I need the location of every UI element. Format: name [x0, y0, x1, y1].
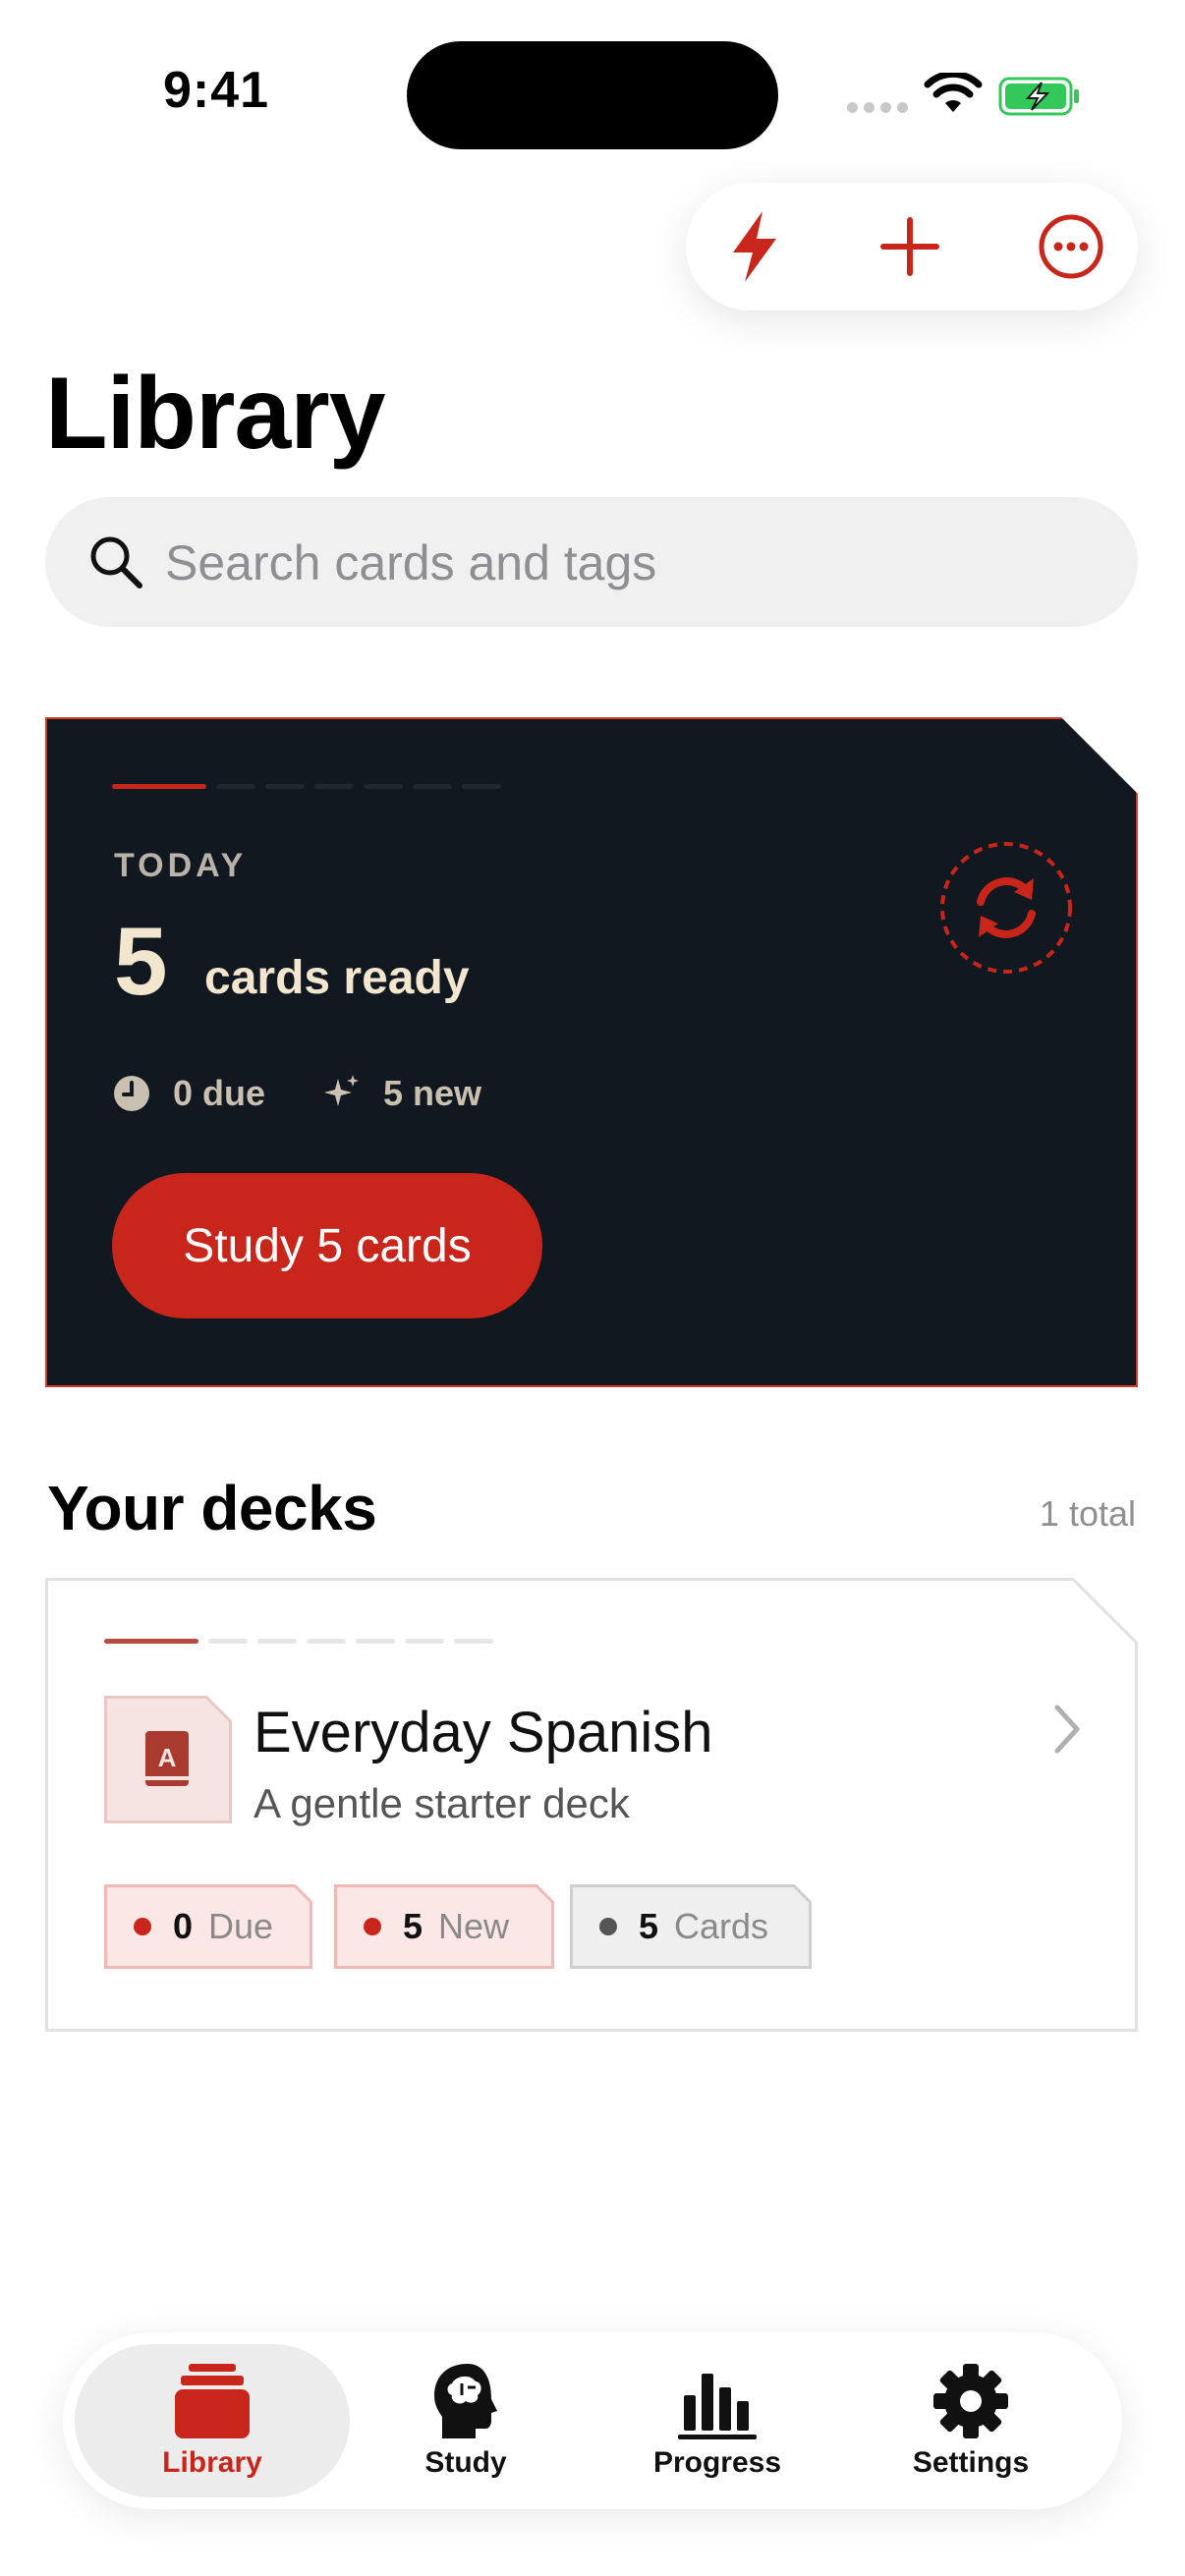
study-cards-button[interactable]: Study 5 cards: [112, 1173, 542, 1318]
cards-stack-icon: [175, 2364, 250, 2438]
quick-study-button[interactable]: [715, 207, 794, 286]
plus-icon: [880, 217, 939, 276]
deck-subtitle: A gentle starter deck: [254, 1780, 630, 1826]
tab-study-label: Study: [424, 2446, 507, 2479]
more-options-button[interactable]: [1032, 207, 1110, 286]
status-time: 9:41: [162, 62, 270, 119]
deck-card[interactable]: A Everyday Spanish A gentle starter deck…: [45, 1578, 1138, 2032]
new-stat: 5 new: [320, 1073, 481, 1114]
new-badge-label: New: [438, 1906, 510, 1946]
search-bar[interactable]: [45, 497, 1138, 627]
bottom-tab-bar: Library Study Progress Settings: [63, 2332, 1122, 2509]
sync-icon[interactable]: [939, 841, 1073, 975]
tab-library[interactable]: Library: [75, 2344, 350, 2497]
today-card: TODAY 5 cards ready 0 due 5 new Study 5 …: [45, 717, 1138, 1387]
dynamic-island: [407, 41, 778, 149]
cards-ready-label: cards ready: [204, 952, 470, 1004]
decks-section-title: Your decks: [47, 1473, 377, 1543]
brain-head-icon: [434, 2364, 497, 2438]
search-icon: [90, 536, 142, 588]
chevron-right-icon[interactable]: [1047, 1700, 1087, 1759]
cards-badge-value: 5: [639, 1906, 659, 1946]
sparkles-icon: [324, 1075, 359, 1106]
deck-book-icon: A: [104, 1696, 232, 1823]
tab-library-label: Library: [162, 2446, 262, 2479]
deck-progress-dashes: [104, 1639, 493, 1644]
new-count: 5 new: [383, 1073, 482, 1113]
tab-study[interactable]: Study: [328, 2344, 603, 2497]
due-badge-value: 0: [173, 1906, 194, 1946]
tab-settings[interactable]: Settings: [833, 2344, 1108, 2497]
top-toolbar: [686, 183, 1138, 310]
cards-ready-count: 5: [114, 907, 168, 1015]
battery-charging-icon: [998, 77, 1079, 116]
new-badge: 5 New: [334, 1884, 554, 1969]
search-input[interactable]: [163, 521, 1051, 605]
wifi-icon: [924, 73, 983, 112]
tab-settings-label: Settings: [912, 2446, 1030, 2479]
ellipsis-circle-icon: [1039, 214, 1103, 279]
cards-badge-label: Cards: [674, 1906, 769, 1946]
deck-name: Everyday Spanish: [254, 1701, 713, 1764]
today-label: TODAY: [114, 847, 248, 884]
due-stat: 0 due: [112, 1073, 265, 1114]
gear-icon: [933, 2364, 1008, 2438]
due-badge: 0 Due: [104, 1884, 312, 1969]
lightning-icon: [733, 211, 776, 282]
due-badge-label: Due: [208, 1906, 274, 1946]
tab-progress[interactable]: Progress: [580, 2344, 855, 2497]
progress-dashes: [112, 784, 501, 789]
clock-icon: [114, 1076, 149, 1111]
svg-text:A: A: [158, 1743, 177, 1772]
decks-total-count: 1 total: [1039, 1493, 1136, 1534]
cellular-signal-icon: [847, 102, 908, 113]
bar-chart-icon: [678, 2374, 757, 2439]
cards-badge: 5 Cards: [570, 1884, 812, 1969]
new-badge-value: 5: [403, 1906, 423, 1946]
add-button[interactable]: [871, 207, 949, 286]
due-count: 0 due: [173, 1073, 266, 1113]
tab-progress-label: Progress: [652, 2446, 782, 2479]
page-title: Library: [45, 357, 386, 471]
